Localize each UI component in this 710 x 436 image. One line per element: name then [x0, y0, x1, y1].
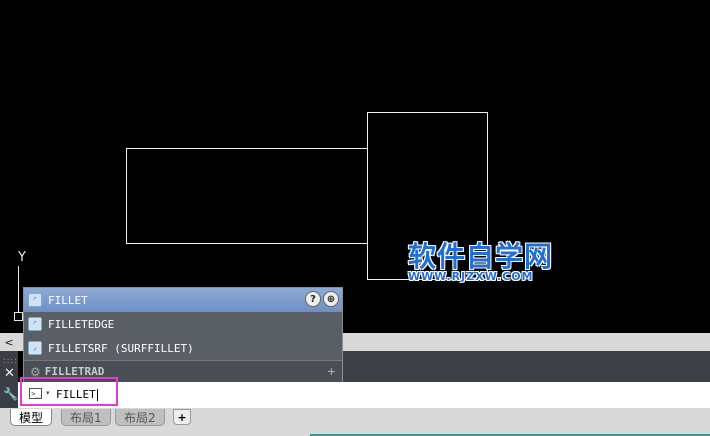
autocomplete-item[interactable]: ◜ FILLETEDGE	[24, 312, 342, 336]
add-layout-button[interactable]: +	[173, 409, 191, 425]
tab-layout2[interactable]: 布局2	[115, 409, 165, 426]
ucs-origin-icon	[14, 312, 23, 321]
grip-handle[interactable]: ::::	[3, 356, 18, 365]
watermark-title: 软件自学网	[408, 240, 554, 273]
autocomplete-item[interactable]: ◞ FILLETSRF (SURFFILLET)	[24, 336, 342, 360]
autocomplete-item-label: FILLETEDGE	[48, 317, 115, 331]
filletedge-icon: ◜	[28, 317, 42, 331]
scroll-left-button[interactable]: <	[0, 333, 18, 351]
autocomplete-item-label: FILLET	[48, 293, 88, 307]
close-icon[interactable]: ✕	[4, 366, 15, 381]
customize-wrench-icon[interactable]: 🔧	[3, 387, 18, 401]
tab-model[interactable]: 模型	[10, 409, 53, 426]
autocomplete-item[interactable]: ◜ FILLET ? ⊕	[24, 288, 342, 312]
fillet-icon: ◜	[28, 293, 42, 307]
autocomplete-popup: ◜ FILLET ? ⊕ ◜ FILLETEDGE ◞ FILLETSRF (S…	[23, 287, 343, 382]
command-line[interactable]	[18, 382, 710, 408]
web-search-icon[interactable]: ⊕	[323, 291, 339, 307]
command-history-area	[343, 351, 710, 382]
watermark: 软件自学网 WWW.RJZXW.COM	[408, 240, 558, 284]
rectangle-left	[126, 148, 368, 244]
ucs-y-axis-label: Y	[18, 250, 26, 265]
help-icon[interactable]: ?	[305, 291, 321, 307]
filletsrf-icon: ◞	[28, 341, 42, 355]
ucs-y-axis-line	[18, 266, 19, 312]
tab-layout1[interactable]: 布局1	[61, 409, 111, 426]
highlight-box	[20, 377, 118, 406]
autocomplete-item-label: FILLETSRF (SURFFILLET)	[48, 341, 194, 355]
expand-plus-icon[interactable]: +	[327, 365, 336, 378]
